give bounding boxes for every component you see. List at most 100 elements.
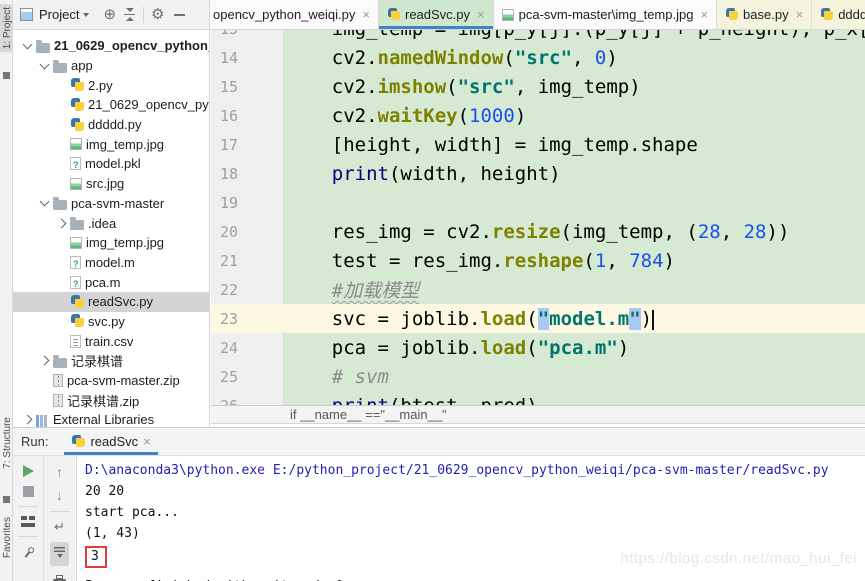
tab-close-icon[interactable]: × [477,7,485,22]
tree-item-label: img_temp.jpg [86,235,164,250]
editor-tab-pca-svm-master-img-temp-jpg[interactable]: pca-svm-master\img_temp.jpg× [494,0,717,29]
tree-item-ddddd-py[interactable]: ddddd.py [13,115,209,135]
tree-item-external-libraries[interactable]: External Libraries [13,410,209,427]
code-line-19[interactable]: 19 [211,188,865,217]
run-tab-readsvc[interactable]: readSvc × [64,428,157,455]
code-line-22[interactable]: 22 #加载模型 [211,275,865,304]
run-tab-label: readSvc [90,434,138,449]
tab-close-icon[interactable]: × [796,7,804,22]
code-editor[interactable]: 13 img_temp = img[p_y[j]:(p_y[j] + p_hei… [211,30,865,405]
up-arrow-button[interactable]: ↑ [56,465,63,479]
tab-close-icon[interactable]: × [362,7,370,22]
code-token: ) [606,47,617,69]
code-line-21[interactable]: 21 test = res_img.reshape(1, 784) [211,246,865,275]
tree-item-src-jpg[interactable]: src.jpg [13,174,209,194]
code-line-25[interactable]: 25 # svm [211,362,865,391]
line-number: 26 [211,397,284,406]
code-token: resize [492,221,561,243]
editor-tab-readsvc-py[interactable]: readSvc.py× [379,0,494,29]
tree-item-readsvc-py[interactable]: readSvc.py [13,292,209,312]
tree-item--idea[interactable]: .idea [13,213,209,233]
code-token: imshow [378,76,447,98]
code-token: ) [618,337,629,359]
code-token: " [629,308,640,330]
folder-icon [36,43,50,53]
chevron-down-icon[interactable] [40,59,50,69]
project-tree[interactable]: 21_0629_opencv_python_wapp2.py21_0629_op… [13,30,210,427]
tree-item-21-0629-opencv-python-w[interactable]: 21_0629_opencv_python_w [13,36,209,56]
tree-item-app[interactable]: app [13,56,209,76]
locate-file-icon[interactable]: ⊕ [103,7,116,22]
code-line-20[interactable]: 20 res_img = cv2.resize(img_temp, (28, 2… [211,217,865,246]
tree-item-train-csv[interactable]: train.csv [13,331,209,351]
soft-wrap-button[interactable]: ↵ [54,520,65,533]
code-line-17[interactable]: 17 [height, width] = img_temp.shape [211,130,865,159]
collapse-all-icon[interactable] [123,8,136,21]
code-token: cv2. [286,76,378,98]
tree-item-model-m[interactable]: model.m [13,253,209,273]
tree-item-----[interactable]: 记录棋谱 [13,351,209,371]
code-line-26[interactable]: 26 print(btest, pred) [211,391,865,405]
code-line-16[interactable]: 16 cv2.waitKey(1000) [211,101,865,130]
console-line: 20 20 [85,481,865,502]
scroll-to-end-button[interactable] [50,542,69,566]
layout-button[interactable] [21,516,35,527]
tree-item-pca-svm-master-zip[interactable]: pca-svm-master.zip [13,371,209,391]
chevron-right-icon[interactable] [23,415,33,425]
rerun-button[interactable] [23,465,34,477]
line-number: 13 [211,30,284,38]
tree-item-pca-svm-master[interactable]: pca-svm-master [13,194,209,214]
toolbar-divider [18,506,38,507]
pin-button[interactable] [19,543,37,561]
tree-item-label: 21_0629_opencv_python_w [54,38,210,53]
code-token: "src" [515,47,572,69]
console-output[interactable]: https://blog.csdn.net/mao_hui_fei D:\ana… [77,456,865,581]
chevron-right-icon[interactable] [57,218,67,228]
code-line-13[interactable]: 13 img_temp = img[p_y[j]:(p_y[j] + p_hei… [211,30,865,43]
editor-tab-opencv-python-weiqi-py[interactable]: opencv_python_weiqi.py× [210,0,379,29]
code-token: 1 [595,250,606,272]
chevron-right-icon[interactable] [40,356,50,366]
code-line-24[interactable]: 24 pca = joblib.load("pca.m") [211,333,865,362]
tree-item-2-py[interactable]: 2.py [13,75,209,95]
code-token: ( [526,337,537,359]
code-text: res_img = cv2.resize(img_temp, (28, 28)) [284,221,789,243]
code-line-15[interactable]: 15 cv2.imshow("src", img_temp) [211,72,865,101]
folder-icon [53,200,67,210]
stop-button[interactable] [23,486,34,497]
chevron-down-icon[interactable] [40,197,50,207]
tree-item-label: model.pkl [85,156,141,171]
tree-item-pca-m[interactable]: pca.m [13,272,209,292]
tree-item-img-temp-jpg[interactable]: img_temp.jpg [13,233,209,253]
settings-gear-icon[interactable]: ⚙ [151,7,164,22]
editor-tab-base-py[interactable]: base.py× [717,0,812,29]
chevron-down-icon[interactable] [23,39,33,49]
project-panel-title[interactable]: Project [39,7,79,22]
tree-item------zip[interactable]: 记录棋谱.zip [13,390,209,410]
structure-tool-window-icon [3,496,10,503]
tool-window-button-favorites[interactable]: Favorites [0,514,13,561]
chevron-down-icon[interactable] [83,13,89,17]
tree-item-21-0629-opencv-pyt[interactable]: 21_0629_opencv_pyt [13,95,209,115]
code-line-23[interactable]: 23 svc = joblib.load("model.m") [211,304,865,333]
ide-window: 1: Project7: StructureFavorites Project … [0,0,865,581]
line-number: 20 [211,223,284,241]
code-token: ) [664,250,675,272]
run-label: Run: [13,434,52,449]
tab-close-icon[interactable]: × [700,7,708,22]
tree-item-svc-py[interactable]: svc.py [13,312,209,332]
tool-window-button-structure[interactable]: 7: Structure [0,414,13,472]
tree-item-label: pca.m [85,275,120,290]
editor-tab-ddddd[interactable]: ddddd [812,0,865,29]
hide-panel-icon[interactable] [174,14,185,16]
chevron-slot [53,220,70,227]
tool-window-button-project[interactable]: 1: Project [0,4,13,52]
tree-item-label: train.csv [85,334,133,349]
tab-close-icon[interactable]: × [143,434,151,449]
tree-item-model-pkl[interactable]: model.pkl [13,154,209,174]
code-token: 1000 [469,105,515,127]
code-line-14[interactable]: 14 cv2.namedWindow("src", 0) [211,43,865,72]
down-arrow-button[interactable]: ↓ [56,488,63,502]
code-line-18[interactable]: 18 print(width, height) [211,159,865,188]
tree-item-img-temp-jpg[interactable]: img_temp.jpg [13,134,209,154]
